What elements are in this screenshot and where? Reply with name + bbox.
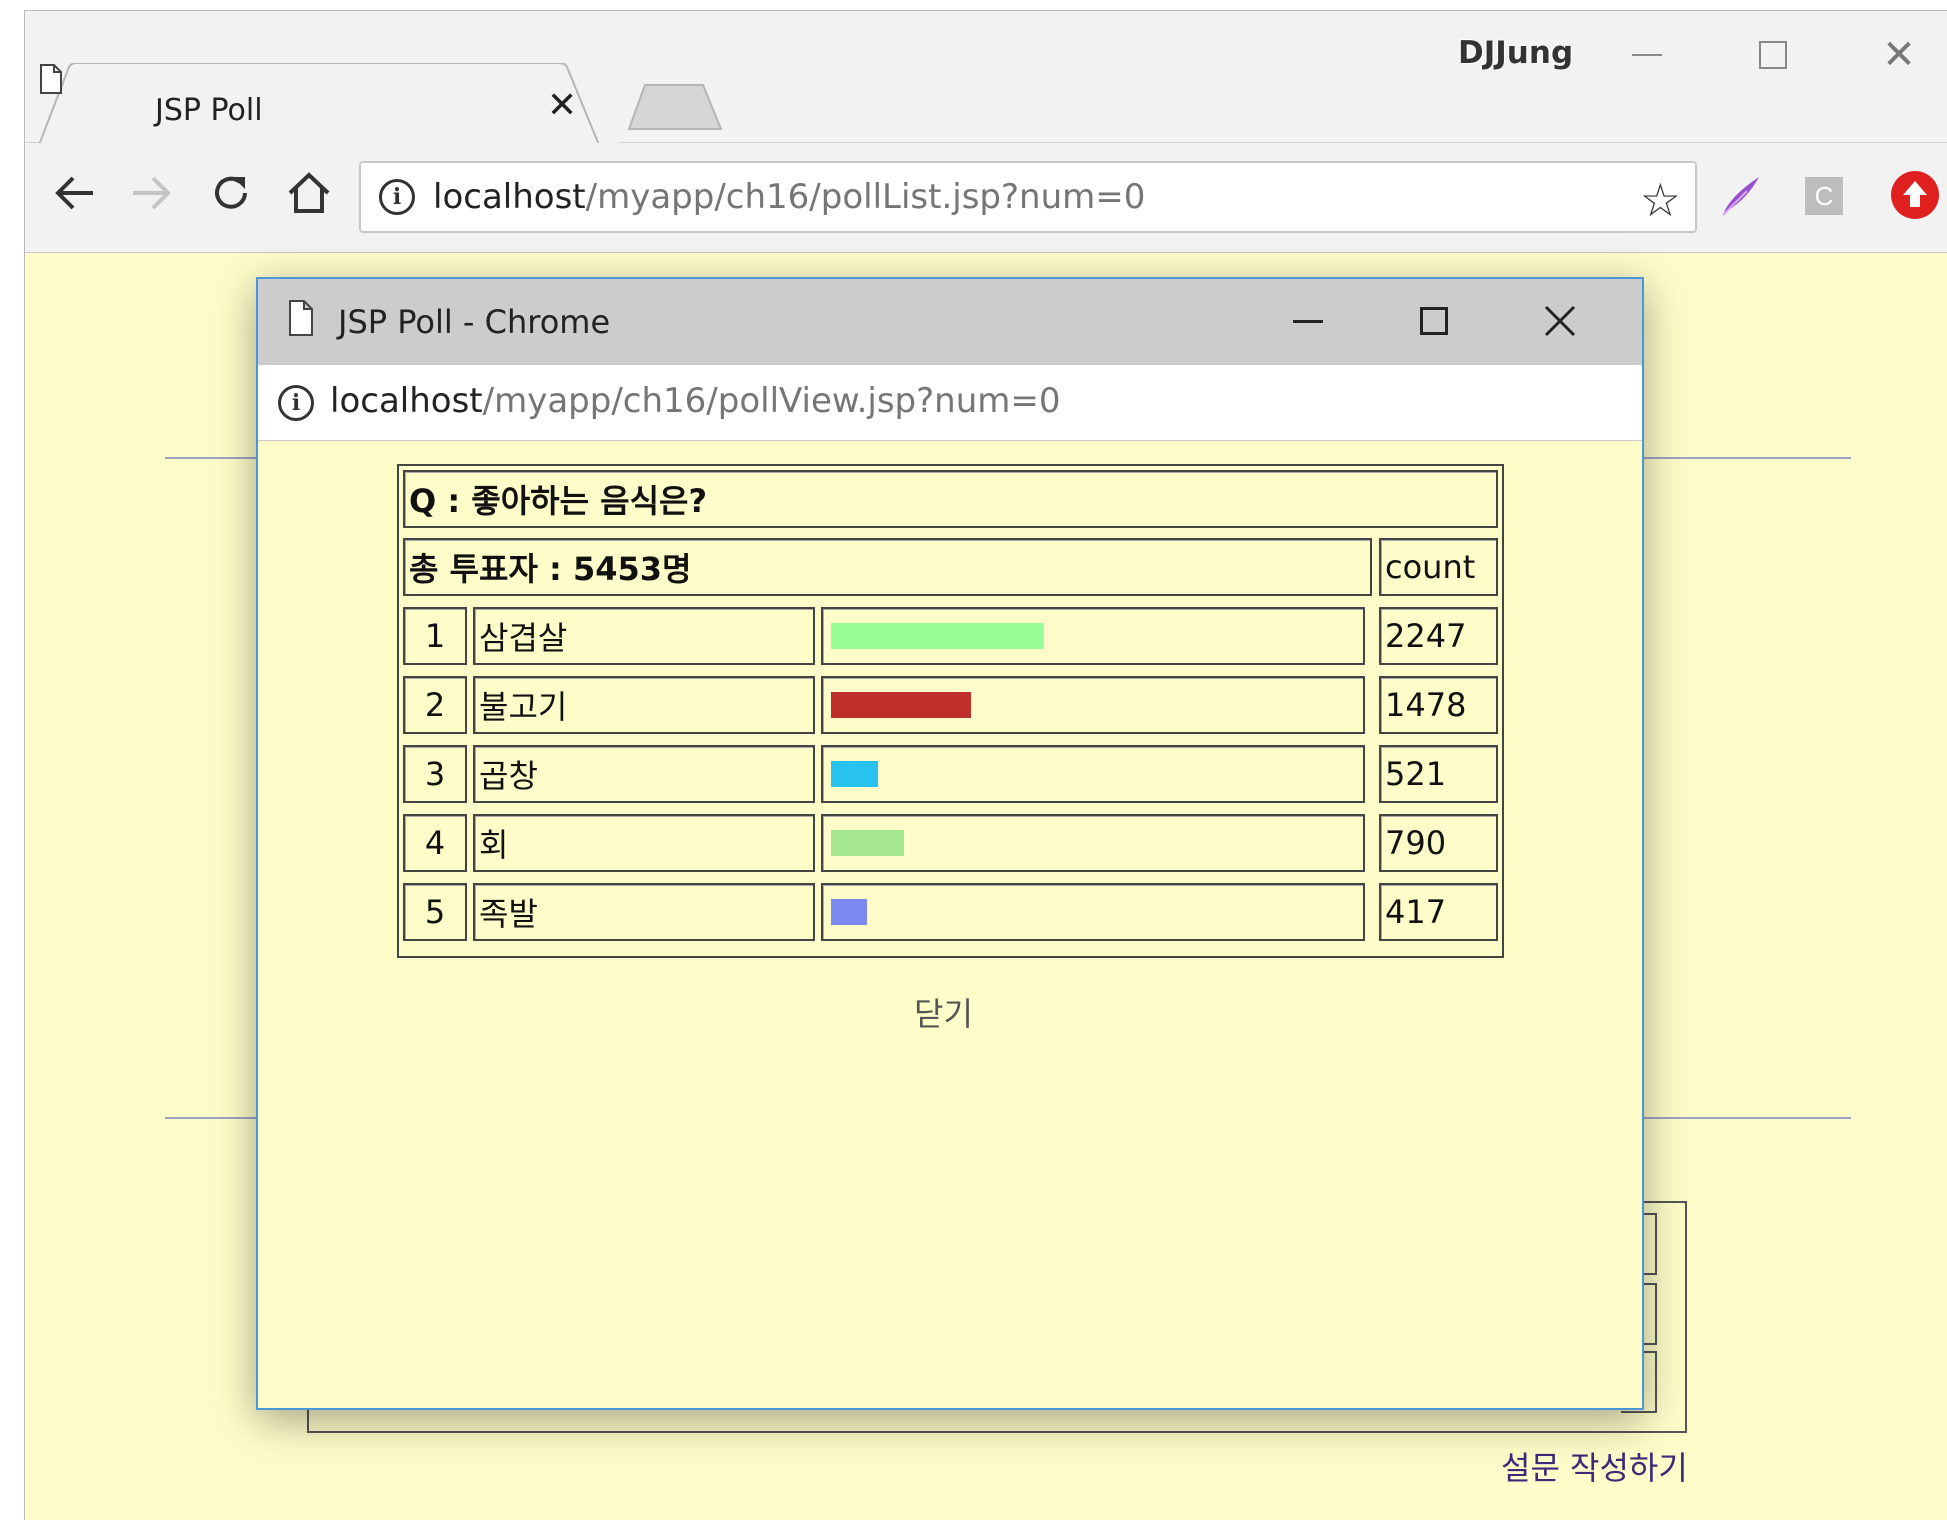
maximize-icon	[1420, 307, 1448, 335]
poll-item-bar-cell	[821, 676, 1365, 734]
minimize-icon	[1293, 319, 1323, 323]
poll-item-bar-cell	[821, 814, 1365, 872]
poll-item-name: 회	[473, 814, 815, 872]
poll-item-name: 삼겹살	[473, 607, 815, 665]
home-button[interactable]	[279, 163, 339, 223]
poll-item-count: 1478	[1379, 676, 1498, 734]
tab-close-icon[interactable]: ✕	[547, 85, 577, 126]
url-path: /myapp/ch16/pollView.jsp?num=0	[482, 381, 1061, 421]
close-window-button[interactable]: ✕	[1871, 27, 1927, 83]
tab-title: JSP Poll	[155, 93, 263, 128]
c-extension-label: C	[1814, 180, 1834, 211]
poll-item-name: 곱창	[473, 745, 815, 803]
arrow-up-icon	[1903, 181, 1927, 207]
popup-titlebar[interactable]: JSP Poll - Chrome	[258, 279, 1642, 365]
address-bar[interactable]: i localhost/myapp/ch16/pollList.jsp?num=…	[359, 161, 1697, 233]
url-host: localhost	[433, 177, 586, 217]
tab-shape	[39, 63, 600, 145]
new-tab-button[interactable]	[627, 83, 723, 131]
close-icon	[1544, 305, 1576, 337]
forward-button[interactable]	[121, 163, 181, 223]
c-extension-icon[interactable]: C	[1805, 177, 1843, 215]
maximize-icon	[1759, 41, 1787, 69]
arrow-right-icon	[133, 176, 171, 210]
document-icon	[289, 300, 313, 336]
poll-item-bar	[831, 899, 867, 925]
poll-item-count: 790	[1379, 814, 1498, 872]
popup-title: JSP Poll - Chrome	[338, 303, 611, 341]
poll-question: Q : 좋아하는 음식은?	[403, 470, 1498, 528]
poll-item-bar	[831, 623, 1044, 649]
reload-button[interactable]	[201, 163, 261, 223]
poll-item-bar	[831, 761, 878, 787]
popup-url: localhost/myapp/ch16/pollView.jsp?num=0	[330, 381, 1061, 421]
info-icon[interactable]: i	[379, 179, 415, 215]
bookmark-star-icon[interactable]: ☆	[1640, 173, 1681, 227]
profile-name[interactable]: DJJung	[1458, 35, 1573, 71]
total-voters: 총 투표자 : 5453명	[403, 538, 1372, 596]
minimize-button[interactable]	[1619, 27, 1675, 83]
info-icon[interactable]: i	[278, 385, 314, 421]
poll-item-bar-cell	[821, 745, 1365, 803]
tab-strip: JSP Poll ✕ DJJung ✕	[25, 11, 1947, 145]
poll-item-number: 3	[403, 745, 467, 803]
poll-result-table: Q : 좋아하는 음식은? 총 투표자 : 5453명 count 1 삼겹살 22…	[397, 464, 1504, 958]
browser-toolbar: i localhost/myapp/ch16/pollList.jsp?num=…	[25, 143, 1947, 253]
poll-item-bar-cell	[821, 883, 1365, 941]
poll-item-number: 1	[403, 607, 467, 665]
back-button[interactable]	[45, 163, 105, 223]
poll-item-number: 4	[403, 814, 467, 872]
close-link[interactable]: 닫기	[914, 989, 973, 1035]
arrow-left-icon	[55, 176, 93, 210]
minimize-icon	[1632, 54, 1662, 56]
poll-item-bar	[831, 692, 971, 718]
home-icon	[288, 172, 330, 213]
poll-item-count: 417	[1379, 883, 1498, 941]
document-icon	[40, 64, 62, 94]
feather-extension-icon[interactable]	[1717, 173, 1763, 219]
maximize-button[interactable]	[1745, 27, 1801, 83]
url-host: localhost	[330, 381, 483, 421]
tab-jsp-poll[interactable]: JSP Poll ✕	[39, 63, 619, 145]
popup-maximize-button[interactable]	[1404, 293, 1464, 349]
upload-extension-icon[interactable]	[1891, 171, 1939, 219]
poll-view-popup: JSP Poll - Chrome i localhost/myapp/ch16…	[256, 277, 1644, 1410]
popup-close-button[interactable]	[1530, 293, 1590, 349]
create-poll-link[interactable]: 설문 작성하기	[1501, 1443, 1688, 1489]
poll-item-bar-cell	[821, 607, 1365, 665]
poll-item-number: 5	[403, 883, 467, 941]
close-icon: ✕	[1882, 32, 1916, 78]
reload-icon	[215, 176, 247, 209]
address-url: localhost/myapp/ch16/pollList.jsp?num=0	[433, 177, 1145, 217]
url-path: /myapp/ch16/pollList.jsp?num=0	[585, 177, 1146, 217]
popup-minimize-button[interactable]	[1278, 293, 1338, 349]
poll-item-name: 불고기	[473, 676, 815, 734]
poll-item-name: 족발	[473, 883, 815, 941]
count-header: count	[1379, 538, 1498, 596]
poll-item-bar	[831, 830, 904, 856]
popup-address-bar: i localhost/myapp/ch16/pollView.jsp?num=…	[258, 365, 1642, 441]
poll-item-count: 521	[1379, 745, 1498, 803]
poll-item-number: 2	[403, 676, 467, 734]
poll-item-count: 2247	[1379, 607, 1498, 665]
